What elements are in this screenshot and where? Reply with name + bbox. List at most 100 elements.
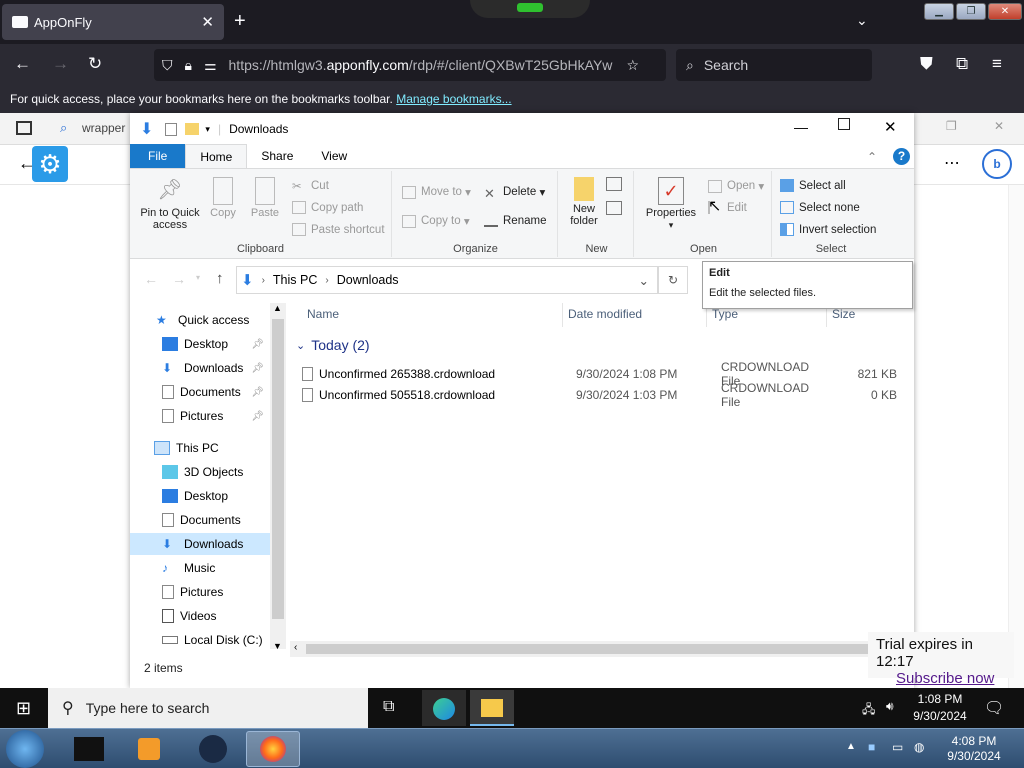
nav-qa-desktop[interactable]: Desktop 📌︎ <box>130 333 270 355</box>
properties-button[interactable]: ✓ Properties ▾ <box>640 177 702 231</box>
notifications-icon[interactable]: 🗨︎ <box>984 698 1004 718</box>
select-all-button[interactable]: Select all <box>780 179 846 192</box>
page-scrollbar[interactable] <box>1008 185 1024 688</box>
inner-close-icon[interactable]: ✕ <box>994 119 1004 133</box>
inner-more-icon[interactable]: ⋯ <box>944 153 960 173</box>
file-row[interactable]: Unconfirmed 505518.crdownload 9/30/2024 … <box>302 381 902 409</box>
collapse-ribbon-icon[interactable]: ⌃ <box>867 150 877 164</box>
taskbar-firefox[interactable] <box>246 731 300 767</box>
nav-local-disk[interactable]: Local Disk (C:) <box>130 629 270 651</box>
new-folder-qat-icon[interactable] <box>185 123 200 135</box>
tab-home[interactable]: Home <box>185 144 248 168</box>
column-type[interactable]: Type <box>712 307 738 321</box>
url-bar[interactable]: ⛉ 🔒︎ ⚌ https://htmlgw3.apponfly.com/rdp/… <box>154 49 666 81</box>
breadcrumb-this-pc[interactable]: This PC <box>273 273 317 287</box>
back-icon[interactable]: ← <box>14 54 31 74</box>
close-window-icon[interactable]: ✕ <box>988 3 1022 20</box>
new-item-icon[interactable] <box>606 177 622 191</box>
show-hidden-icons[interactable]: ▲ <box>846 741 856 752</box>
explorer-maximize-icon[interactable] <box>838 118 850 130</box>
nav-pictures[interactable]: Pictures <box>130 581 270 603</box>
taskbar-app-1[interactable] <box>62 731 116 767</box>
select-none-button[interactable]: Select none <box>780 201 860 214</box>
taskbar-app-3[interactable] <box>186 731 240 767</box>
new-folder-button[interactable]: New folder <box>564 177 604 227</box>
bookmark-star-icon[interactable]: ☆ <box>627 57 640 74</box>
collapse-group-icon[interactable]: ⌄ <box>296 339 305 352</box>
delete-button[interactable]: ✕ Delete ▾ <box>484 185 545 201</box>
refresh-button[interactable]: ↻ <box>658 266 688 294</box>
open-button[interactable]: Open ▾ <box>708 179 764 193</box>
up-icon[interactable]: ↑ <box>216 270 224 287</box>
nav-qa-downloads[interactable]: ⬇ Downloads 📌︎ <box>130 357 270 379</box>
browser-tab[interactable]: AppOnFly ✕ <box>2 4 224 40</box>
group-header-today[interactable]: ⌄ Today (2) <box>296 337 370 353</box>
inner-tab-text[interactable]: wrapper <box>82 121 125 135</box>
nav-back-icon[interactable]: ← <box>144 271 158 287</box>
invert-selection-button[interactable]: Invert selection <box>780 223 876 236</box>
extensions-icon[interactable]: ⧉ <box>956 54 968 74</box>
nav-music[interactable]: ♪ Music <box>130 557 270 579</box>
task-view-icon[interactable]: ⧉ <box>383 698 394 716</box>
nav-documents[interactable]: Documents <box>130 509 270 531</box>
move-to-button[interactable]: Move to ▾ <box>402 185 471 199</box>
column-size[interactable]: Size <box>832 307 855 321</box>
copy-button[interactable]: Copy <box>206 177 240 219</box>
pin-to-quick-access-button[interactable]: 📌︎ Pin to Quick access <box>136 177 204 231</box>
new-tab-icon[interactable]: + <box>234 10 246 33</box>
explorer-close-icon[interactable]: ✕ <box>884 118 897 136</box>
tab-view-icon[interactable] <box>16 121 32 135</box>
paste-shortcut-button[interactable]: Paste shortcut <box>292 223 385 236</box>
nav-3d-objects[interactable]: 3D Objects <box>130 461 270 483</box>
recent-locations-icon[interactable]: ▾ <box>196 273 200 282</box>
minimize-icon[interactable]: ▁ <box>924 3 954 20</box>
maximize-icon[interactable]: ❐ <box>956 3 986 20</box>
tray-icon-3[interactable]: ◍ <box>914 740 924 754</box>
tab-file[interactable]: File <box>130 144 186 168</box>
taskbar-clock[interactable]: 1:08 PM 9/30/2024 <box>900 691 980 725</box>
properties-qat-icon[interactable] <box>165 122 178 136</box>
column-name[interactable]: Name <box>307 307 339 321</box>
nav-desktop[interactable]: Desktop <box>130 485 270 507</box>
filelist-h-scroll-thumb[interactable] <box>306 644 872 654</box>
column-date-modified[interactable]: Date modified <box>568 307 642 321</box>
copy-to-button[interactable]: Copy to ▾ <box>402 214 470 228</box>
address-dropdown-icon[interactable]: ⌄ <box>639 273 649 288</box>
scroll-up-icon[interactable]: ▲ <box>273 303 282 313</box>
forward-icon[interactable]: → <box>52 54 69 74</box>
nav-qa-pictures[interactable]: Pictures 📌︎ <box>130 405 270 427</box>
bing-icon[interactable]: b <box>982 149 1012 179</box>
copy-path-button[interactable]: Copy path <box>292 201 363 214</box>
cut-button[interactable]: ✂ Cut <box>292 179 329 194</box>
scroll-down-icon[interactable]: ▼ <box>273 641 282 651</box>
nav-downloads[interactable]: ⬇ Downloads <box>130 533 270 555</box>
tab-view[interactable]: View <box>307 144 361 168</box>
settings-gear-icon[interactable]: ⚙ <box>32 146 68 182</box>
taskbar-media-player[interactable] <box>122 731 176 767</box>
navpane-scroll-thumb[interactable] <box>272 319 284 619</box>
tray-icon-2[interactable]: ▭ <box>892 740 903 754</box>
easy-access-icon[interactable] <box>606 201 622 215</box>
taskbar-search[interactable]: ⚲ Type here to search <box>48 688 368 728</box>
scroll-left-icon[interactable]: ‹ <box>294 642 297 653</box>
nav-videos[interactable]: Videos <box>130 605 270 627</box>
host-clock[interactable]: 4:08 PM 9/30/2024 <box>934 734 1014 764</box>
nav-quick-access[interactable]: ★ Quick access <box>130 309 270 331</box>
menu-icon[interactable]: ≡ <box>992 54 1002 74</box>
paste-button[interactable]: Paste <box>248 177 282 219</box>
nav-forward-icon[interactable]: → <box>172 271 186 287</box>
tray-icon-1[interactable]: ■ <box>868 740 875 754</box>
permissions-icon[interactable]: ⚌ <box>204 57 217 74</box>
tab-share[interactable]: Share <box>247 144 307 168</box>
address-bar[interactable]: ⬇ › This PC › Downloads ⌄ <box>236 266 658 294</box>
help-icon[interactable]: ? <box>893 148 910 165</box>
reload-icon[interactable]: ↻ <box>88 54 102 74</box>
list-tabs-icon[interactable]: ⌄ <box>856 12 868 29</box>
network-icon[interactable]: 🖧︎ <box>862 700 875 721</box>
volume-icon[interactable]: 🔊︎ <box>886 699 894 714</box>
remote-toolbar-handle[interactable] <box>470 0 590 18</box>
lock-icon[interactable]: 🔒︎ <box>185 57 192 74</box>
manage-bookmarks-link[interactable]: Manage bookmarks... <box>396 92 511 106</box>
breadcrumb-downloads[interactable]: Downloads <box>337 273 399 287</box>
qat-dropdown-icon[interactable]: ▾ <box>205 124 210 135</box>
